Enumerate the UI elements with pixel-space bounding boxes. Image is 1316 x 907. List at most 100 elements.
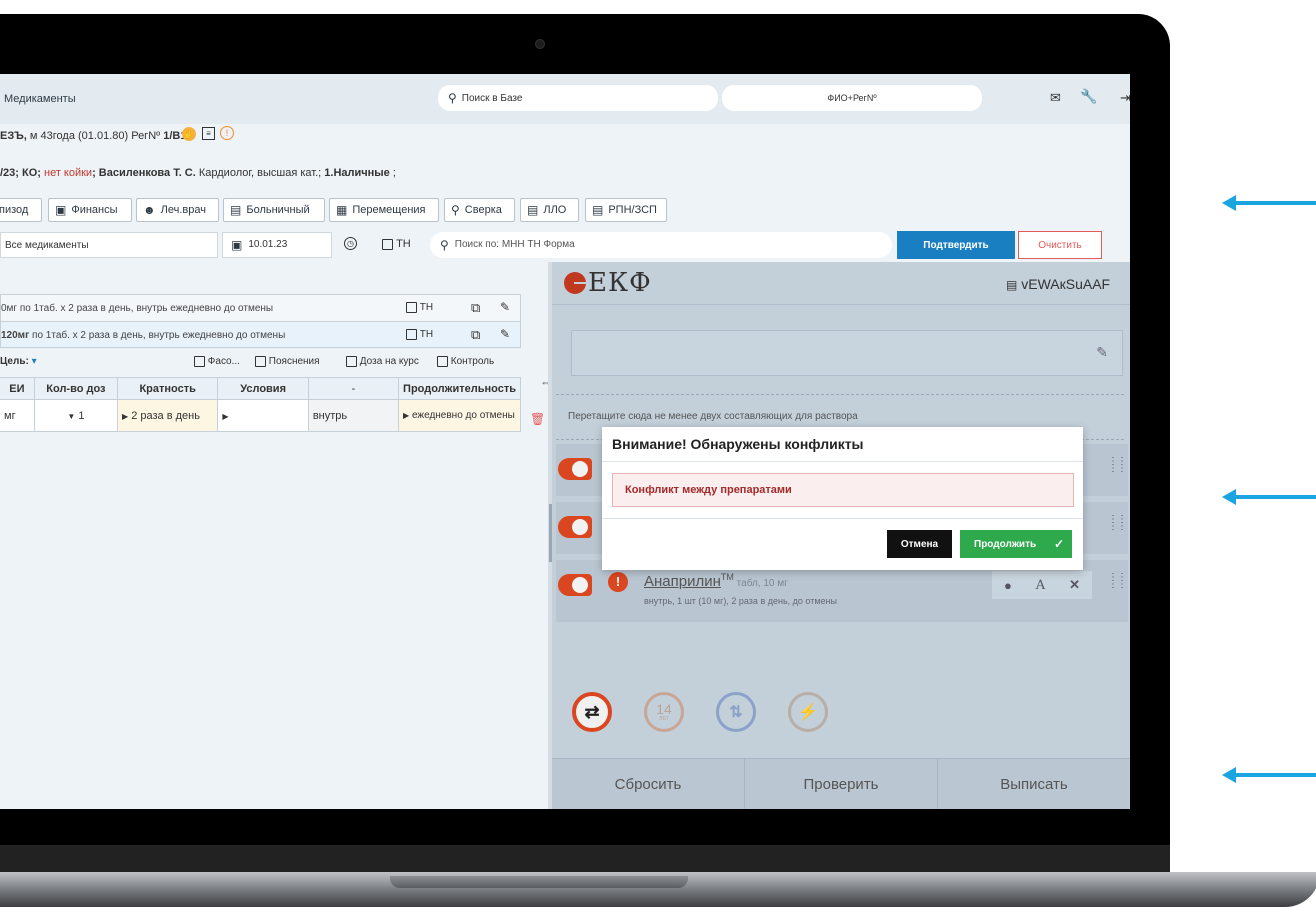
drug-form: табл, 10 мг bbox=[733, 578, 788, 589]
medication-filter-select[interactable]: Все медикаменты bbox=[0, 232, 218, 258]
faso-checkbox[interactable]: Фасо... bbox=[194, 356, 240, 367]
bed-code-value: vEWAкSuAAF bbox=[1021, 276, 1111, 292]
frequency-cell[interactable]: ▶ 2 раза в день bbox=[116, 399, 219, 432]
rpn-button[interactable]: ▤ РПН/ЗСП bbox=[585, 198, 667, 222]
check-button-label: Проверить bbox=[803, 776, 879, 793]
duplicate-check-icon[interactable]: ⇅ bbox=[716, 692, 756, 732]
checkbox-icon bbox=[406, 302, 417, 313]
reset-button[interactable]: Сбросить bbox=[552, 759, 745, 809]
drug-toggle[interactable] bbox=[558, 458, 592, 480]
drug-toggle[interactable] bbox=[558, 516, 592, 538]
page-title: Медикаменты bbox=[4, 93, 76, 105]
drag-handle-icon[interactable]: ⋮⋮ ⋮⋮ bbox=[1108, 457, 1127, 482]
doctor-button[interactable]: ☻ Леч.врач bbox=[136, 198, 219, 222]
close-icon[interactable]: ✕ bbox=[1069, 577, 1080, 593]
drug-toggle[interactable] bbox=[558, 574, 592, 596]
no-bed-label: нет койки bbox=[44, 167, 93, 179]
filter-row: Все медикаменты ▣ 10.01.23 ◷ ТН ⚲ Поиск по… bbox=[0, 230, 1130, 262]
font-icon[interactable]: A bbox=[1036, 578, 1045, 593]
prescription-dose: 120мг bbox=[1, 330, 30, 341]
allergy-icon[interactable]: ✋ bbox=[182, 127, 196, 141]
caret-right-icon: ▶ bbox=[121, 411, 129, 421]
medication-search-input[interactable]: ⚲ Поиск по: МНН ТН Форма bbox=[430, 232, 892, 258]
table-row: мг ▼ 1 ▶ 2 раза в день ▶ внутрь ▶ ежедне… bbox=[0, 399, 521, 432]
continue-button[interactable]: Продолжить ✓ bbox=[960, 530, 1072, 558]
warning-icon[interactable]: ! bbox=[220, 126, 234, 140]
continue-button-label: Продолжить bbox=[974, 538, 1037, 550]
copy-icon[interactable]: ⧉ bbox=[471, 327, 480, 343]
logout-icon[interactable]: ⇥ bbox=[1120, 90, 1130, 106]
mail-icon[interactable]: ✉ bbox=[1050, 90, 1061, 106]
caret-down-icon[interactable]: ▾ bbox=[32, 356, 37, 367]
wallet-icon: ▣ bbox=[55, 203, 67, 217]
copy-icon[interactable]: ⧉ bbox=[471, 300, 480, 316]
patient-search-input[interactable]: ФИО+РегNº bbox=[722, 85, 982, 111]
column-header: ЕИ bbox=[0, 377, 35, 400]
drug-instructions: внутрь, 1 шт (10 мг), 2 раза в день, до … bbox=[644, 596, 837, 606]
date-field[interactable]: ▣ 10.01.23 bbox=[222, 232, 332, 258]
finance-button[interactable]: ▣ Финансы bbox=[48, 198, 132, 222]
panel-actions: Сбросить Проверить Выписать bbox=[552, 758, 1130, 809]
file-icon: ▤ bbox=[230, 203, 242, 217]
edit-icon[interactable]: ✎ bbox=[500, 300, 510, 314]
clear-button[interactable]: Очистить bbox=[1018, 231, 1102, 259]
caret-right-icon: ▶ bbox=[403, 410, 410, 420]
trash-icon[interactable]: 🗑 bbox=[530, 412, 545, 426]
prescription-row[interactable]: 0мг по 1таб. х 2 раза в день, внутрь еже… bbox=[0, 294, 521, 322]
cancel-button[interactable]: Отмена bbox=[887, 530, 952, 558]
faso-label: Фасо... bbox=[207, 356, 240, 368]
drop-icon[interactable]: ● bbox=[1004, 578, 1012, 593]
age-value: 14 bbox=[656, 701, 672, 717]
llo-button[interactable]: ▤ ЛЛО bbox=[520, 198, 579, 222]
lightning-icon[interactable]: ⚡ bbox=[788, 692, 828, 732]
laptop-notch bbox=[390, 876, 688, 888]
episode-button-label: пизод bbox=[0, 204, 29, 216]
ekf-logo: ЕКФ bbox=[564, 268, 652, 298]
base-search-input[interactable]: ⚲ Поиск в Базе bbox=[438, 85, 718, 111]
document-icon[interactable]: ≡ bbox=[202, 127, 215, 140]
prescribe-button[interactable]: Выписать bbox=[938, 759, 1130, 809]
divider bbox=[602, 461, 1083, 462]
interaction-check-icon[interactable]: ⇄ bbox=[572, 692, 612, 732]
duration-cell[interactable]: ▶ ежедневно до отмены bbox=[398, 399, 521, 432]
reconcile-button[interactable]: ⚲ Сверка bbox=[444, 198, 515, 222]
prescription-row[interactable]: 120мг по 1таб. х 2 раза в день, внутрь е… bbox=[0, 321, 521, 348]
control-checkbox[interactable]: Контроль bbox=[437, 356, 494, 367]
course-dose-label: Доза на курс bbox=[359, 356, 419, 368]
tn-checkbox[interactable]: ТН bbox=[382, 238, 411, 250]
episode-button[interactable]: пизод bbox=[0, 198, 42, 222]
column-header: - bbox=[307, 377, 400, 400]
edit-icon[interactable]: ✎ bbox=[500, 327, 510, 341]
drug-title[interactable]: АнаприлинTM табл, 10 мг bbox=[644, 572, 788, 590]
route-cell[interactable]: внутрь bbox=[307, 399, 400, 432]
age-check-icon[interactable]: 14 ЛЕТ bbox=[644, 692, 684, 732]
pencil-icon[interactable]: ✎ bbox=[1096, 344, 1108, 361]
caret-down-icon: ▼ bbox=[67, 411, 76, 421]
wrench-icon[interactable]: 🔧 bbox=[1080, 88, 1097, 105]
moves-button[interactable]: ▦ Перемещения bbox=[329, 198, 439, 222]
notes-input[interactable]: ✎ bbox=[571, 330, 1123, 376]
course-dose-checkbox[interactable]: Доза на курс bbox=[346, 356, 419, 367]
column-header: Продолжительность bbox=[398, 377, 521, 400]
notes-checkbox[interactable]: Пояснения bbox=[255, 356, 320, 367]
rpn-button-label: РПН/ЗСП bbox=[608, 204, 657, 216]
clock-icon[interactable]: ◷ bbox=[344, 237, 357, 250]
laptop-hinge bbox=[0, 845, 1170, 875]
doctor-name: ; Василенкова Т. С. bbox=[92, 167, 196, 179]
drag-handle-icon[interactable]: ⋮⋮ ⋮⋮ bbox=[1108, 573, 1127, 598]
finance-button-label: Финансы bbox=[71, 204, 118, 216]
check-button[interactable]: Проверить bbox=[745, 759, 938, 809]
dose-count-cell[interactable]: ▼ 1 bbox=[33, 399, 118, 432]
file-icon: ▤ bbox=[592, 203, 604, 217]
confirm-button[interactable]: Подтвердить bbox=[897, 231, 1015, 259]
unit-cell[interactable]: мг bbox=[0, 399, 35, 432]
sick-leave-button[interactable]: ▤ Больничный bbox=[223, 198, 325, 222]
drag-handle-icon[interactable]: ⋮⋮ ⋮⋮ bbox=[1108, 515, 1127, 540]
conditions-cell[interactable]: ▶ bbox=[217, 399, 309, 432]
dose-count-value: 1 bbox=[78, 409, 85, 422]
episode-line: /23; КО; нет койки; Василенкова Т. С. Ка… bbox=[0, 150, 1130, 190]
tn-label: ТН bbox=[396, 238, 411, 250]
tn-checkbox[interactable]: ТН bbox=[406, 329, 433, 340]
checkbox-icon bbox=[382, 238, 393, 250]
tn-checkbox[interactable]: ТН bbox=[406, 302, 433, 313]
